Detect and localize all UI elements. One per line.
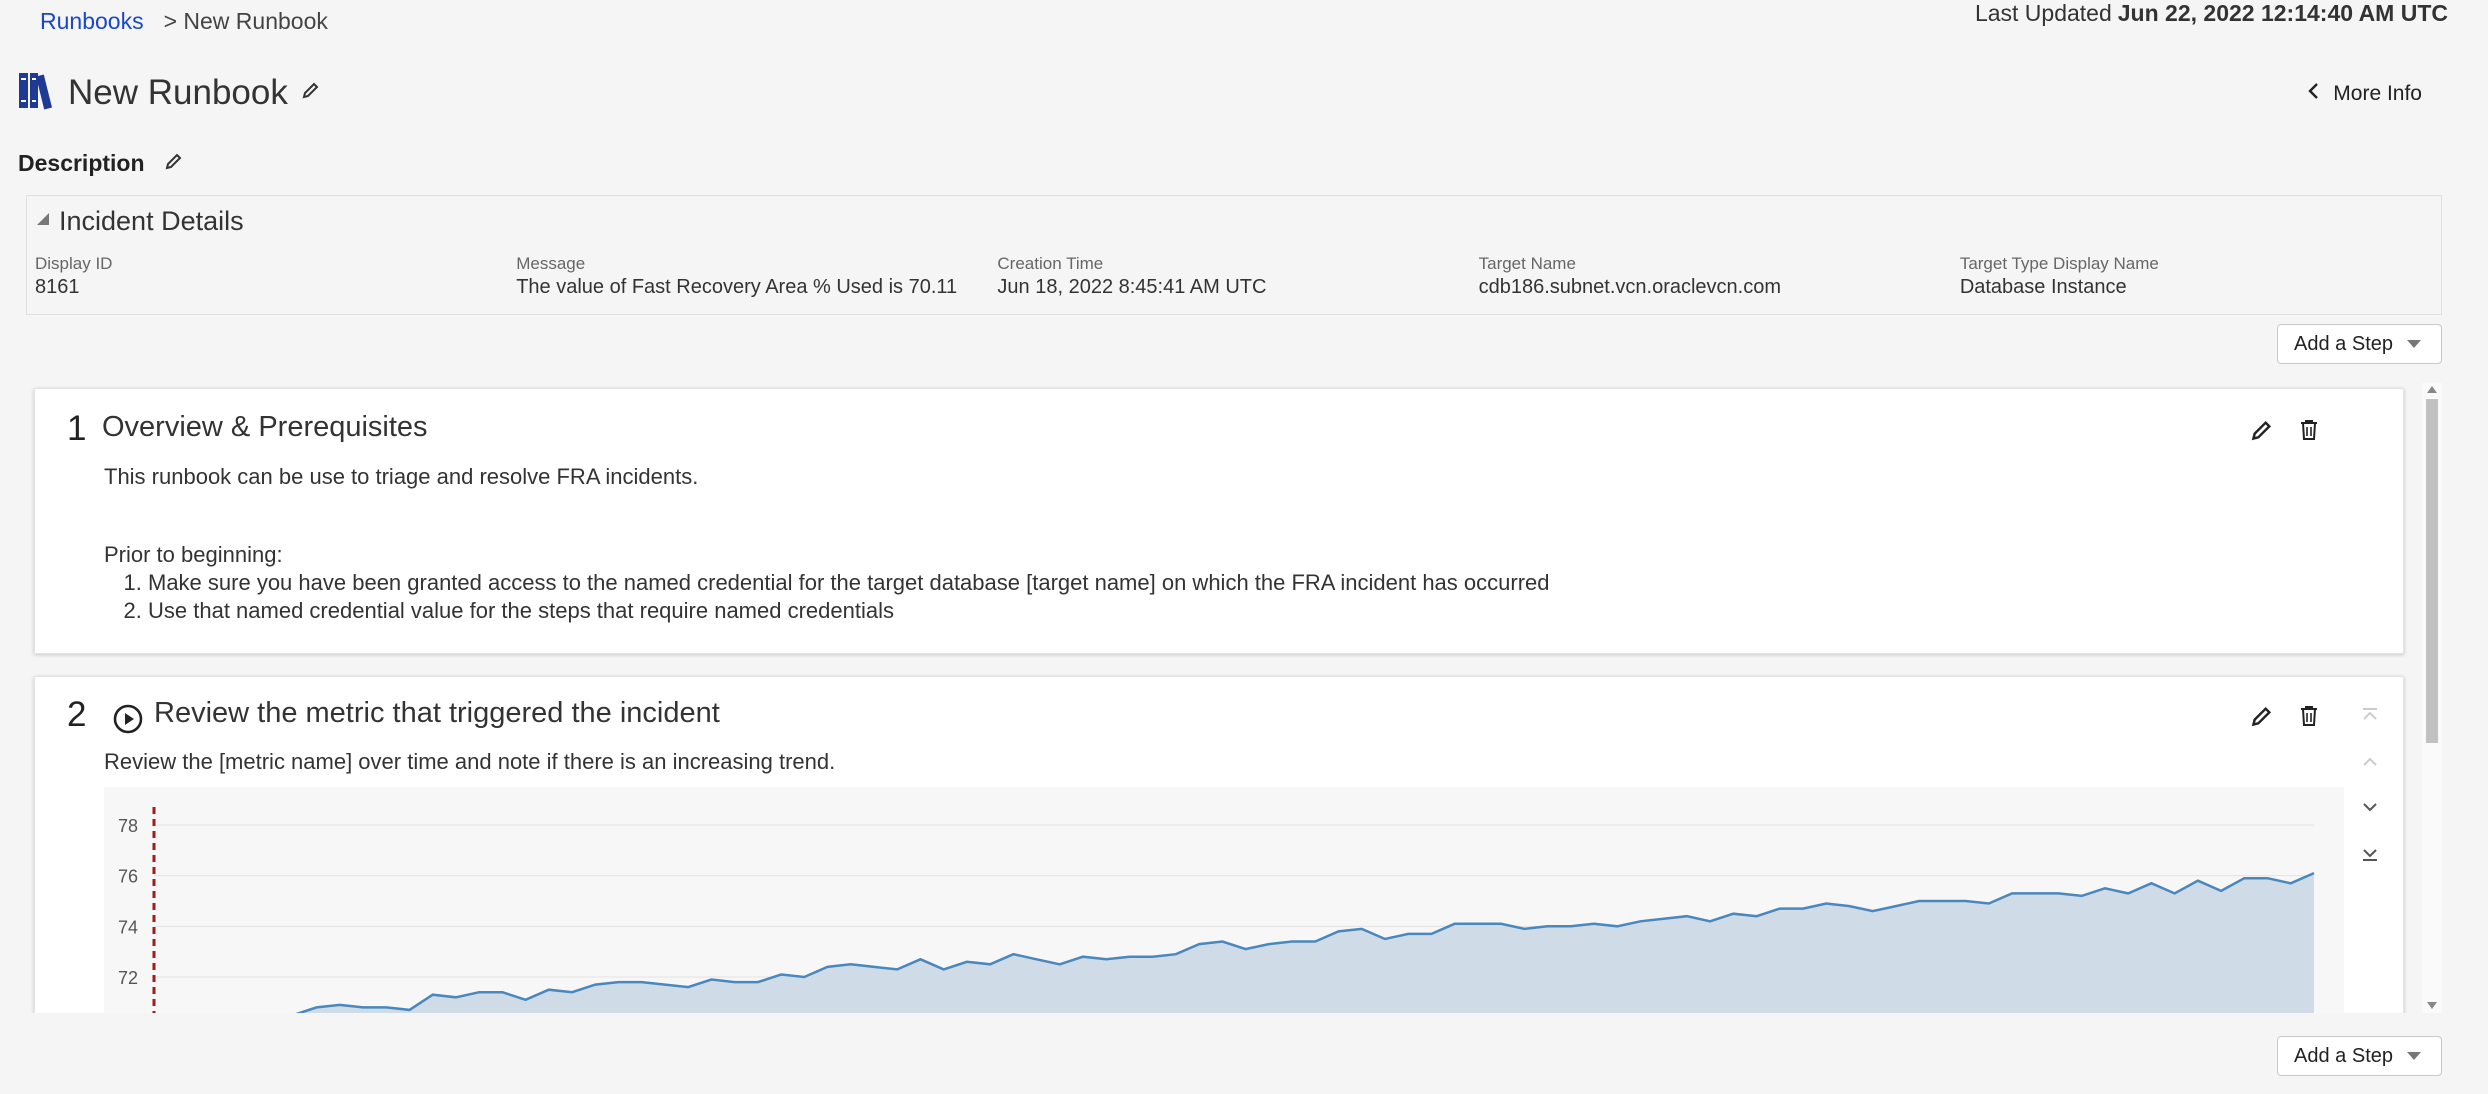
list-item: Make sure you have been granted access t… [148,569,1550,597]
title-row: New Runbook [18,70,320,115]
step-number: 1 [67,409,87,448]
step-prerequisite-list: Make sure you have been granted access t… [148,569,1550,625]
incident-field-label: Target Name [1478,254,1576,273]
add-step-label: Add a Step [2294,332,2393,355]
add-step-button-bottom[interactable]: Add a Step [2277,1036,2442,1076]
add-step-button-top[interactable]: Add a Step [2277,324,2442,364]
edit-step-pencil-icon[interactable] [2251,419,2273,446]
page-title: New Runbook [68,72,288,112]
step-body: This runbook can be use to triage and re… [104,463,1550,625]
description-row: Description [18,150,183,177]
chevron-left-icon [2307,82,2319,106]
incident-field-label: Display ID [35,254,113,273]
scroll-down-arrow-icon[interactable] [2427,1002,2437,1009]
move-to-top-icon[interactable] [2361,707,2379,726]
delete-step-trash-icon[interactable] [2299,419,2319,446]
edit-title-pencil-icon[interactable] [302,81,320,104]
runbook-books-icon [18,70,54,115]
incident-field-value: 8161 [35,276,80,298]
breadcrumb-current: > New Runbook [164,8,328,35]
steps-scrollbar[interactable] [2422,383,2442,1013]
last-updated: Last Updated Jun 22, 2022 12:14:40 AM UTC [1975,0,2448,27]
incident-field-value: Jun 18, 2022 8:45:41 AM UTC [997,276,1267,298]
step-card-2: 2 Review the metric that triggered the i… [34,676,2404,1013]
step-title: Overview & Prerequisites [102,411,428,443]
incident-field-display-id: Display ID 8161 [35,254,516,299]
incident-field-label: Creation Time [997,254,1104,273]
more-info-label: More Info [2333,82,2422,105]
more-info-button[interactable]: More Info [2307,82,2422,106]
step-body: Review the [metric name] over time and n… [104,748,835,776]
description-label: Description [18,150,145,176]
breadcrumb-current-label: New Runbook [183,8,328,34]
step-move-controls [2361,707,2379,867]
run-play-icon[interactable] [112,703,144,740]
step-card-1: 1 Overview & Prerequisites This runbook … [34,388,2404,654]
scrollbar-thumb[interactable] [2426,399,2438,743]
list-item: Use that named credential value for the … [148,597,1550,625]
step-intro: This runbook can be use to triage and re… [104,464,699,489]
chart-y-tick-label: 74 [118,917,138,937]
incident-field-target-type: Target Type Display Name Database Instan… [1960,254,2441,299]
incident-field-value: cdb186.subnet.vcn.oraclevcn.com [1478,276,1782,298]
last-updated-value: Jun 22, 2022 12:14:40 AM UTC [2117,0,2448,26]
incident-field-value: Database Instance [1959,276,2127,298]
last-updated-label: Last Updated [1974,0,2112,26]
incident-details-title: Incident Details [59,206,244,236]
chart-y-tick-label: 72 [118,968,138,988]
delete-step-trash-icon[interactable] [2299,705,2319,732]
step-prior-label: Prior to beginning: [104,542,283,567]
step-intro: Review the [metric name] over time and n… [104,749,836,774]
step-title: Review the metric that triggered the inc… [154,697,720,729]
edit-description-pencil-icon[interactable] [165,152,183,175]
metric-chart-svg: 78 76 74 72 [118,807,2315,1013]
incident-field-label: Message [516,254,586,273]
collapse-triangle-icon[interactable] [35,211,51,232]
steps-scroll-region[interactable]: 1 Overview & Prerequisites This runbook … [26,383,2442,1013]
incident-details-header[interactable]: Incident Details [27,196,2441,237]
step-number: 2 [67,695,87,734]
metric-chart: 78 76 74 72 [104,787,2344,1013]
move-up-icon[interactable] [2361,754,2379,773]
breadcrumb-separator: > [163,8,178,34]
caret-down-icon [2407,340,2421,348]
incident-field-value: The value of Fast Recovery Area % Used i… [516,276,958,298]
chart-y-tick-label: 78 [118,816,138,836]
breadcrumb-runbooks-link[interactable]: Runbooks [40,8,144,35]
move-to-bottom-icon[interactable] [2361,848,2379,867]
incident-fields: Display ID 8161 Message The value of Fas… [35,254,2441,299]
scroll-up-arrow-icon[interactable] [2427,386,2437,393]
add-step-label: Add a Step [2294,1044,2393,1067]
move-down-icon[interactable] [2361,801,2379,820]
incident-field-creation-time: Creation Time Jun 18, 2022 8:45:41 AM UT… [997,254,1478,299]
caret-down-icon [2407,1052,2421,1060]
step-actions [2251,705,2319,732]
incident-field-target-name: Target Name cdb186.subnet.vcn.oraclevcn.… [1479,254,1960,299]
incident-field-label: Target Type Display Name [1959,254,2159,273]
incident-details-panel: Incident Details Display ID 8161 Message… [26,195,2442,315]
incident-field-message: Message The value of Fast Recovery Area … [516,254,997,299]
step-actions [2251,419,2319,446]
chart-y-tick-label: 76 [118,867,138,887]
breadcrumb: Runbooks > New Runbook [40,8,328,35]
edit-step-pencil-icon[interactable] [2251,705,2273,732]
